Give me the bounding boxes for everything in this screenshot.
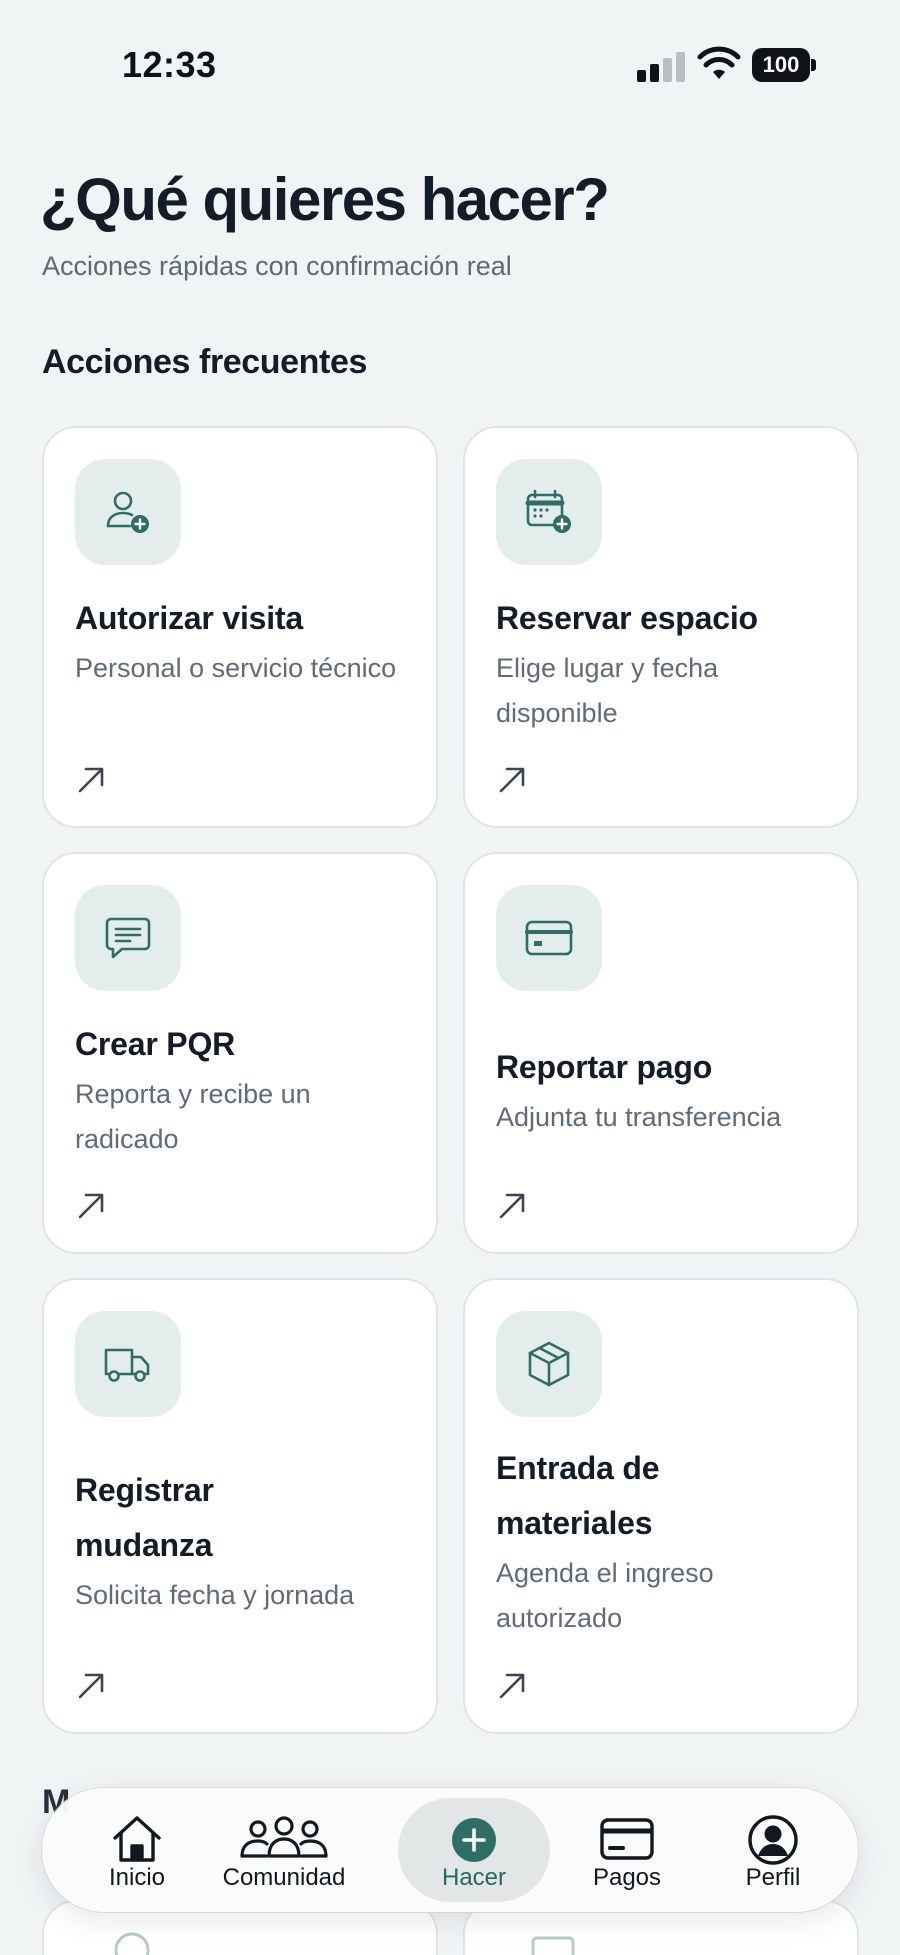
calendar-add-icon bbox=[525, 489, 571, 533]
profile-icon bbox=[748, 1815, 798, 1865]
page-title: ¿Qué quieres hacer? bbox=[40, 166, 610, 233]
user-add-icon bbox=[106, 491, 149, 533]
card-title: Autorizar visita bbox=[75, 600, 303, 636]
credit-card-icon bbox=[525, 920, 573, 956]
tab-pagos[interactable]: Pagos bbox=[552, 1798, 702, 1902]
card-title: Reservar espacio bbox=[496, 600, 758, 636]
arrow-up-right-icon bbox=[499, 1193, 525, 1219]
tab-bar: Inicio Comunidad Hacer Pagos Perfil bbox=[42, 1788, 858, 1912]
truck-icon bbox=[104, 1348, 150, 1382]
card-description: Adjunta tu transferencia bbox=[496, 1102, 782, 1132]
card-title: Crear PQR bbox=[75, 1026, 236, 1062]
calendar-icon bbox=[531, 1936, 575, 1955]
page-subtitle: Acciones rápidas con confirmación real bbox=[42, 251, 512, 281]
tab-label: Pagos bbox=[592, 1864, 662, 1891]
status-bar: 12:33 100 bbox=[0, 0, 900, 130]
card-description: Reporta y recibe un radicado bbox=[75, 1079, 311, 1154]
tab-comunidad[interactable]: Comunidad bbox=[204, 1798, 364, 1902]
arrow-up-right-icon bbox=[499, 1673, 525, 1699]
tab-inicio[interactable]: Inicio bbox=[62, 1798, 212, 1902]
card-title: Registrar mudanza bbox=[75, 1472, 214, 1563]
arrow-up-right-icon bbox=[78, 1193, 104, 1219]
screen: 12:33 100 ¿Qué quieres hacer? Acciones r… bbox=[0, 0, 900, 1955]
profile-icon bbox=[114, 1932, 150, 1955]
chat-icon bbox=[105, 917, 151, 959]
battery-icon: 100 bbox=[752, 48, 816, 82]
card-description: Solicita fecha y jornada bbox=[75, 1580, 355, 1610]
card-title: Entrada de materiales bbox=[496, 1450, 660, 1541]
action-card-reportar-pago[interactable]: Reportar pago Adjunta tu transferencia bbox=[463, 852, 859, 1254]
action-card-registrar-mudanza[interactable]: Registrar mudanza Solicita fecha y jorna… bbox=[42, 1278, 438, 1734]
arrow-up-right-icon bbox=[78, 767, 104, 793]
action-card-entrada-materiales[interactable]: Entrada de materiales Agenda el ingreso … bbox=[463, 1278, 859, 1734]
home-icon bbox=[113, 1816, 161, 1862]
tab-label: Hacer bbox=[441, 1864, 507, 1891]
status-time: 12:33 bbox=[122, 44, 217, 85]
tab-label: Inicio bbox=[108, 1864, 166, 1891]
arrow-up-right-icon bbox=[78, 1673, 104, 1699]
tab-label: Comunidad bbox=[222, 1864, 346, 1891]
cellular-signal-icon bbox=[637, 50, 685, 82]
section-title-frequent: Acciones frecuentes bbox=[42, 343, 367, 381]
community-icon bbox=[240, 1816, 328, 1858]
tab-label: Perfil bbox=[745, 1864, 801, 1891]
action-card-crear-pqr[interactable]: Crear PQR Reporta y recibe un radicado bbox=[42, 852, 438, 1254]
tab-hacer[interactable]: Hacer bbox=[398, 1798, 550, 1902]
plus-circle-icon bbox=[452, 1818, 496, 1862]
box-icon bbox=[528, 1341, 570, 1387]
action-card-autorizar-visita[interactable]: Autorizar visita Personal o servicio téc… bbox=[42, 426, 438, 828]
card-description: Elige lugar y fecha disponible bbox=[496, 653, 719, 728]
tab-perfil[interactable]: Perfil bbox=[698, 1798, 848, 1902]
arrow-up-right-icon bbox=[499, 767, 525, 793]
action-card-reservar-espacio[interactable]: Reservar espacio Elige lugar y fecha dis… bbox=[463, 426, 859, 828]
card-title: Reportar pago bbox=[496, 1049, 713, 1085]
card-description: Agenda el ingreso autorizado bbox=[496, 1558, 714, 1633]
wifi-icon bbox=[697, 46, 741, 79]
battery-level: 100 bbox=[752, 48, 810, 82]
card-icon bbox=[600, 1818, 654, 1860]
card-description: Personal o servicio técnico bbox=[75, 653, 397, 683]
